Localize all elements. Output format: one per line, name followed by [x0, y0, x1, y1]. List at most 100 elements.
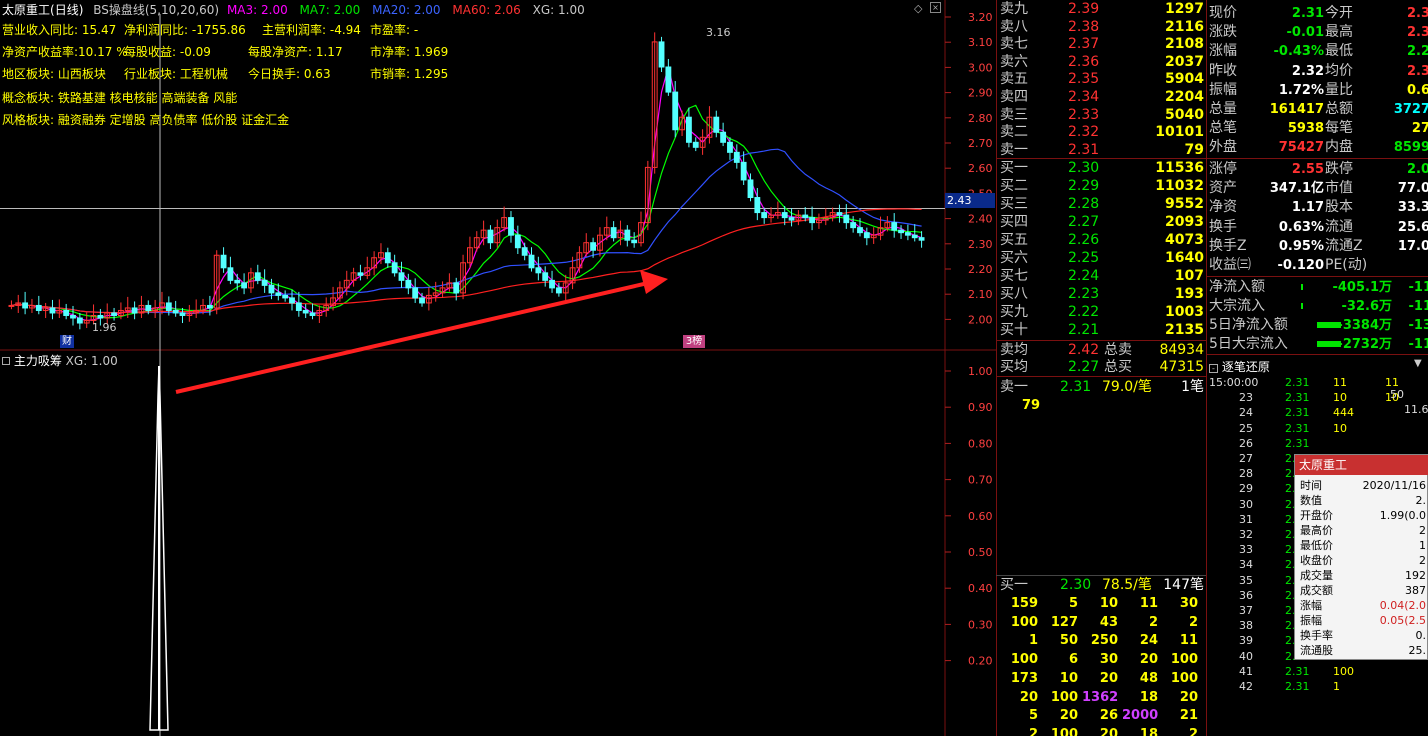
trend-arrow-head — [640, 270, 668, 294]
popup-value: 1 — [1419, 539, 1426, 552]
popup-row: 开盘价 1.99(0.0 — [1296, 508, 1428, 523]
bid-row[interactable]: 买六 2.25 1640 — [998, 249, 1206, 268]
bid-row[interactable]: 买四 2.27 2093 — [998, 213, 1206, 232]
ask-row[interactable]: 卖五 2.35 5904 — [998, 70, 1206, 89]
ask-row[interactable]: 卖四 2.34 2204 — [998, 88, 1206, 107]
sub-axis-label: 0.20 — [968, 655, 993, 668]
candle-body — [685, 116, 692, 143]
low-price-label: 1.96 — [92, 321, 117, 334]
quote-value: 5938 — [1287, 121, 1324, 137]
popup-label: 振幅 — [1300, 614, 1322, 627]
quote-label: 跌停 — [1325, 161, 1353, 177]
sub-indicator-name[interactable]: 主力吸筹 — [14, 354, 62, 368]
price-axis-label: 2.60 — [968, 162, 993, 175]
quote-value: -0.43% — [1273, 44, 1325, 60]
bid-row[interactable]: 买二 2.29 11032 — [998, 177, 1206, 196]
bid-level-label: 买一 — [1000, 160, 1028, 176]
bid-row[interactable]: 买十 2.21 2135 — [998, 321, 1206, 340]
quote-value: 33.3 — [1397, 200, 1428, 216]
quote-label: 振幅 — [1209, 81, 1237, 98]
tick-time: 40 — [1239, 649, 1253, 663]
ticks-header[interactable]: - 逐笔还原 — [1209, 358, 1270, 375]
candle-body — [165, 302, 172, 311]
ticks-toggle-icon[interactable]: - — [1209, 364, 1218, 373]
buy-queue-cell: 100 — [1010, 614, 1038, 630]
quote-row: 净资 1.17 股本 33.3 — [1209, 198, 1428, 217]
buy-queue-cell: 2 — [1028, 726, 1038, 736]
ask-price: 2.37 — [1068, 36, 1100, 53]
popup-row: 换手率 0. — [1296, 628, 1428, 643]
popup-label: 流通股 — [1300, 644, 1333, 657]
candle-body — [384, 252, 391, 264]
buy-queue-cell: 11 — [1179, 633, 1198, 649]
tick-side-val-2: 11.6 — [1404, 403, 1428, 416]
candle-body — [911, 234, 918, 239]
candle-body — [555, 287, 562, 294]
candle-body — [282, 294, 289, 299]
candle-body — [904, 232, 911, 236]
quote-label: 总额 — [1325, 101, 1353, 117]
bid-row[interactable]: 买八 2.23 193 — [998, 285, 1206, 304]
popup-value: 0.04(2.0 — [1379, 599, 1426, 612]
bid-row[interactable]: 买一 2.30 11536 — [998, 159, 1206, 178]
candle-body — [8, 304, 15, 307]
ma3-line — [11, 66, 922, 322]
bid-row[interactable]: 买九 2.22 1003 — [998, 303, 1206, 322]
popup-value: 192 — [1405, 569, 1426, 582]
ask-row[interactable]: 卖一 2.31 79 — [998, 141, 1206, 160]
candle-body — [610, 227, 617, 239]
cai-marker[interactable]: 财 — [60, 335, 74, 348]
candle-body — [295, 302, 302, 311]
ask-row[interactable]: 卖二 2.32 10101 — [998, 123, 1206, 142]
ask-row[interactable]: 卖六 2.36 2037 — [998, 53, 1206, 72]
candle-body — [227, 267, 234, 281]
flow-value-2: -13 — [1408, 318, 1428, 333]
ask-level-label: 卖一 — [1000, 141, 1028, 158]
popup-row: 最低价 1 — [1296, 538, 1428, 553]
bid-volume: 107 — [1174, 268, 1204, 284]
quote-label: 均价 — [1325, 62, 1353, 79]
bid-level-label: 买三 — [1000, 196, 1028, 212]
buy-queue-row: 2 100 20 18 2 — [998, 726, 1206, 736]
buy-queue-cell: 100 — [1170, 670, 1198, 686]
ask-row[interactable]: 卖三 2.33 5040 — [998, 106, 1206, 125]
quote-value: 2.31 — [1291, 6, 1324, 21]
sub-axis-label: 0.40 — [968, 582, 993, 595]
bid-price: 2.21 — [1068, 322, 1100, 338]
ask-volume: 5040 — [1165, 106, 1204, 123]
ask-row[interactable]: 卖七 2.37 2108 — [998, 35, 1206, 54]
price-axis-label: 2.70 — [968, 137, 993, 150]
sell1-detail-row[interactable]: 卖一 2.31 79.0/笔 1笔 — [998, 378, 1206, 397]
candle-body — [172, 309, 179, 314]
bid-volume: 2093 — [1165, 214, 1204, 230]
quote-value: 25.6 — [1397, 219, 1428, 235]
quote-label: 外盘 — [1209, 139, 1237, 156]
tick-time: 42 — [1239, 680, 1253, 693]
popup-label: 收盘价 — [1300, 554, 1333, 567]
bid-volume: 11536 — [1155, 160, 1204, 176]
quote-row: 现价 2.31 今开 2.3 — [1209, 4, 1428, 23]
buy1-detail-row[interactable]: 买一 2.30 78.5/笔 147笔 — [998, 576, 1206, 595]
candle-body — [918, 237, 925, 241]
ask-volume: 10101 — [1155, 124, 1204, 141]
quote-label: 涨停 — [1209, 161, 1237, 177]
candle-body — [631, 239, 638, 244]
candle-body — [76, 317, 83, 324]
tick-volume: 10 — [1333, 421, 1347, 435]
ticks-dropdown-icon[interactable]: ▼ — [1414, 358, 1422, 369]
tick-price: 2.31 — [1285, 421, 1310, 435]
flow-row: 5日大宗流入 -2732万 -11 — [1209, 335, 1428, 354]
quote-row: 换手Z 0.95% 流通Z 17.0 — [1209, 237, 1428, 256]
kline-chart[interactable]: 3.203.103.002.902.802.702.602.502.402.30… — [0, 0, 996, 736]
bang-marker[interactable]: 3榜 — [683, 335, 705, 348]
quote-value: 3727 — [1393, 102, 1428, 117]
quote-label: 今开 — [1325, 5, 1353, 21]
popup-value: 1.99(0.0 — [1379, 509, 1426, 522]
bid-row[interactable]: 买五 2.26 4073 — [998, 231, 1206, 250]
ask-row[interactable]: 卖八 2.38 2116 — [998, 18, 1206, 37]
buy-queue-cell: 250 — [1090, 633, 1118, 649]
ask-row[interactable]: 卖九 2.39 1297 — [998, 0, 1206, 19]
bid-row[interactable]: 买七 2.24 107 — [998, 267, 1206, 286]
bid-row[interactable]: 买三 2.28 9552 — [998, 195, 1206, 214]
price-axis-label: 3.10 — [968, 36, 993, 49]
